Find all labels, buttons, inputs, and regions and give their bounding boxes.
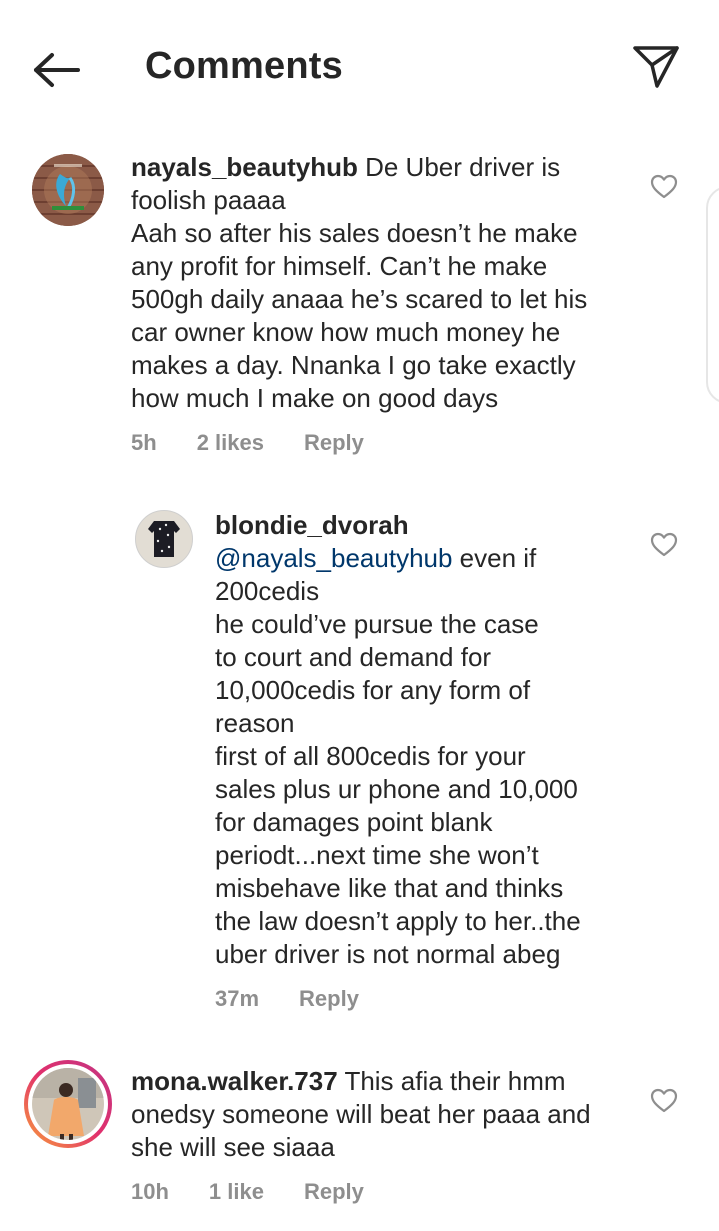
avatar[interactable] [135,510,193,568]
likes-count[interactable]: 1 like [209,1179,264,1204]
comment-text: nayals_beautyhub De Uber driver is fooli… [131,152,588,413]
avatar[interactable] [32,154,104,226]
direct-share-icon[interactable] [630,44,682,90]
page-title: Comments [145,45,343,87]
likes-count[interactable]: 2 likes [197,430,264,455]
heart-icon[interactable] [650,532,678,558]
back-arrow-icon[interactable] [28,48,84,92]
comment-text: mona.walker.737 This afia their hmm oned… [131,1066,591,1162]
comment-time: 5h [131,430,157,455]
comment-username[interactable]: nayals_beautyhub [131,152,358,182]
reply-button[interactable]: Reply [299,986,359,1011]
heart-icon[interactable] [650,1088,678,1114]
comment-meta: 5h 2 likes Reply [131,430,400,456]
side-edge-handle [706,186,719,404]
comment-username[interactable]: mona.walker.737 [131,1066,338,1096]
heart-icon[interactable] [650,174,678,200]
mention-link[interactable]: @nayals_beautyhub [215,543,452,573]
reply-button[interactable]: Reply [304,1179,364,1204]
comment-time: 37m [215,986,260,1011]
comment-username[interactable]: blondie_dvorah [215,509,635,542]
comment-meta: 10h 1 like Reply [131,1179,400,1205]
comment-text: blondie_dvorah @nayals_beautyhub even if… [215,509,635,971]
comment-meta: 37m Reply [215,986,395,1012]
reply-button[interactable]: Reply [304,430,364,455]
comment-time: 10h [131,1179,169,1204]
top-bar: Comments [0,0,719,130]
avatar-with-story-ring[interactable] [24,1060,112,1148]
